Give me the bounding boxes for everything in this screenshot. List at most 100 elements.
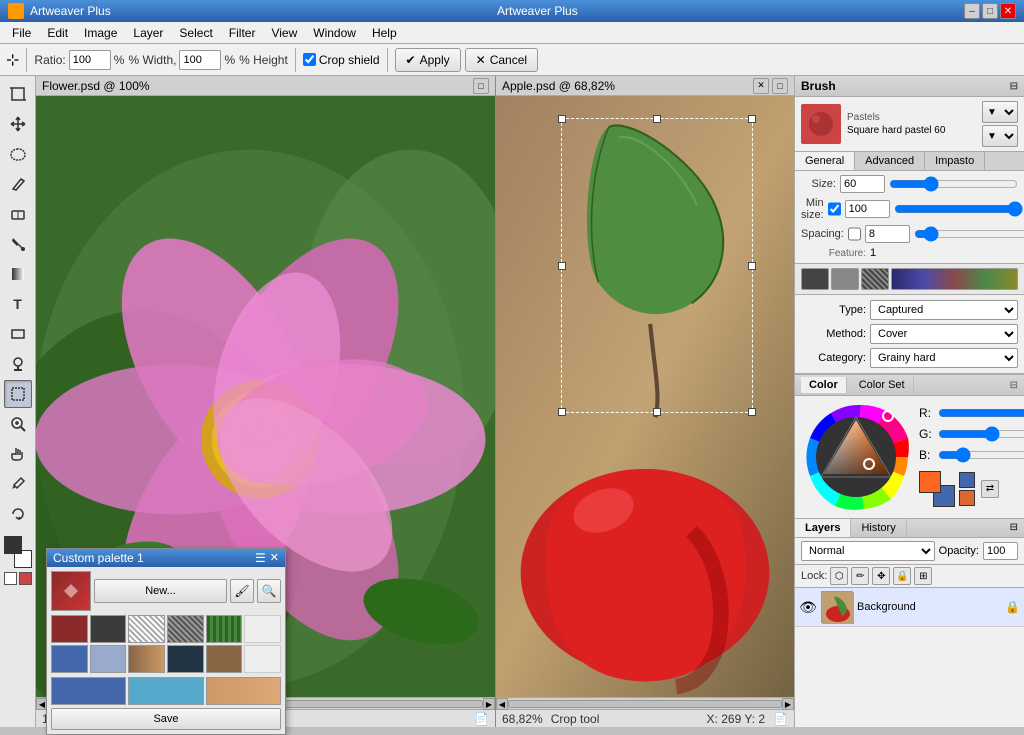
color-panel-expand[interactable]: ⊟	[1010, 380, 1018, 391]
palette-paint-btn[interactable]: 🖌	[230, 579, 254, 603]
brush-tab-advanced[interactable]: Advanced	[855, 152, 925, 170]
type-select[interactable]: Captured Computed	[870, 300, 1018, 320]
swap-colors-btn[interactable]: ⇄	[981, 480, 999, 498]
eraser-tool-button[interactable]	[4, 200, 32, 228]
apple-canvas-maximize[interactable]: □	[772, 78, 788, 94]
opacity-input[interactable]	[983, 542, 1018, 560]
lock-artboard-btn[interactable]: ⊞	[914, 567, 932, 585]
menu-item-filter[interactable]: Filter	[221, 24, 264, 42]
menu-item-edit[interactable]: Edit	[39, 24, 76, 42]
ratio-input[interactable]	[69, 50, 111, 70]
sel-handle-tr[interactable]	[748, 115, 756, 123]
sel-handle-br[interactable]	[748, 408, 756, 416]
menu-item-image[interactable]: Image	[76, 24, 125, 42]
quick-mask-btn[interactable]	[19, 572, 32, 585]
palette-swatch-6[interactable]	[51, 645, 88, 673]
stamp-tool-button[interactable]	[4, 350, 32, 378]
bucket-tool-button[interactable]	[4, 230, 32, 258]
layer-visibility-btn[interactable]: 👁	[799, 598, 817, 616]
apple-scroll-right[interactable]: ▶	[782, 698, 794, 710]
palette-new-button[interactable]: New...	[94, 579, 227, 603]
layers-tab-layers[interactable]: Layers	[795, 519, 851, 537]
menu-item-layer[interactable]: Layer	[125, 24, 171, 42]
menu-item-window[interactable]: Window	[305, 24, 364, 42]
sel-handle-tl[interactable]	[558, 115, 566, 123]
menu-item-select[interactable]: Select	[171, 24, 220, 42]
color-wheel-container[interactable]	[801, 402, 911, 512]
palette-swatch-9[interactable]	[167, 645, 204, 673]
category-select[interactable]: Grainy hard Soft	[870, 348, 1018, 368]
apple-scroll-track[interactable]	[508, 700, 782, 708]
palette-swatch-1[interactable]	[90, 615, 127, 643]
text-tool-button[interactable]: T	[4, 290, 32, 318]
layer-row-background[interactable]: 👁 Background 🔒	[795, 588, 1024, 627]
fg-swatch-display[interactable]	[919, 471, 941, 493]
brush-tab-general[interactable]: General	[795, 152, 855, 170]
spacing-input[interactable]	[865, 225, 910, 243]
palette-swatch-4[interactable]	[206, 615, 243, 643]
color-swatch-extra[interactable]	[959, 472, 975, 488]
lasso-tool-button[interactable]	[4, 140, 32, 168]
minsize-checkbox[interactable]	[828, 202, 841, 216]
zoom-tool-button[interactable]	[4, 410, 32, 438]
palette-color-preview[interactable]	[51, 571, 91, 611]
color-swatch-main[interactable]	[959, 490, 975, 506]
move-tool-button[interactable]	[4, 110, 32, 138]
rotate-tool-button[interactable]	[4, 500, 32, 528]
sel-handle-mr[interactable]	[748, 262, 756, 270]
crop-shield-checkbox[interactable]	[303, 53, 316, 66]
palette-bottom-2[interactable]	[206, 677, 281, 705]
b-slider[interactable]	[938, 449, 1024, 461]
palette-swatch-10[interactable]	[206, 645, 243, 673]
sel-handle-tm[interactable]	[653, 115, 661, 123]
palette-swatch-3[interactable]	[167, 615, 204, 643]
minsize-input[interactable]	[845, 200, 890, 218]
close-button[interactable]: ✕	[1000, 3, 1016, 19]
palette-swatch-8[interactable]	[128, 645, 165, 673]
apple-scroll-left[interactable]: ◀	[496, 698, 508, 710]
palette-bottom-1[interactable]	[128, 677, 203, 705]
palette-menu-icon[interactable]: ☰	[255, 551, 266, 565]
maximize-button[interactable]: □	[982, 3, 998, 19]
sel-handle-bl[interactable]	[558, 408, 566, 416]
brush-sel-mid[interactable]	[831, 268, 859, 290]
palette-swatch-11[interactable]	[244, 645, 281, 673]
brush-panel-expand[interactable]: ⊟	[1010, 81, 1018, 92]
sel-handle-ml[interactable]	[558, 262, 566, 270]
shape-tool-button[interactable]	[4, 320, 32, 348]
brush-pattern-select[interactable]: ▼	[982, 125, 1018, 147]
apply-button[interactable]: ✔ Apply	[395, 48, 461, 72]
brush-sel-gradient[interactable]	[891, 268, 1018, 290]
gradient-tool-button[interactable]	[4, 260, 32, 288]
brush-tab-impasto[interactable]: Impasto	[925, 152, 985, 170]
apple-canvas-close[interactable]: ✕	[753, 78, 769, 94]
minsize-slider[interactable]	[894, 202, 1023, 216]
lock-transparency-btn[interactable]: ⬡	[830, 567, 848, 585]
g-slider[interactable]	[938, 428, 1024, 440]
cancel-button[interactable]: ✕ Cancel	[465, 48, 538, 72]
spacing-checkbox[interactable]	[848, 227, 861, 241]
palette-bottom-0[interactable]	[51, 677, 126, 705]
brush-sel-dark[interactable]	[801, 268, 829, 290]
palette-swatch-0[interactable]	[51, 615, 88, 643]
brush-sel-pattern[interactable]	[861, 268, 889, 290]
size-input[interactable]	[840, 175, 885, 193]
menu-item-view[interactable]: View	[263, 24, 305, 42]
foreground-color-swatch[interactable]	[4, 536, 22, 554]
r-slider[interactable]	[938, 407, 1024, 419]
color-tab-color[interactable]: Color	[801, 377, 847, 393]
select-rect-tool-button[interactable]	[4, 380, 32, 408]
layers-blend-mode[interactable]: Normal	[801, 541, 935, 561]
palette-search-btn[interactable]: 🔍	[257, 579, 281, 603]
palette-swatch-5[interactable]	[244, 615, 281, 643]
brush-shape-select[interactable]: ▼	[982, 101, 1018, 123]
crop-tool-button[interactable]	[4, 80, 32, 108]
lock-paint-btn[interactable]: ✏	[851, 567, 869, 585]
lock-move-btn[interactable]: ✥	[872, 567, 890, 585]
hand-tool-button[interactable]	[4, 440, 32, 468]
palette-close-btn[interactable]: ✕	[270, 551, 279, 565]
menu-item-file[interactable]: File	[4, 24, 39, 42]
eyedrop-tool-button[interactable]	[4, 470, 32, 498]
lock-all-btn[interactable]: 🔒	[893, 567, 911, 585]
palette-swatch-2[interactable]	[128, 615, 165, 643]
